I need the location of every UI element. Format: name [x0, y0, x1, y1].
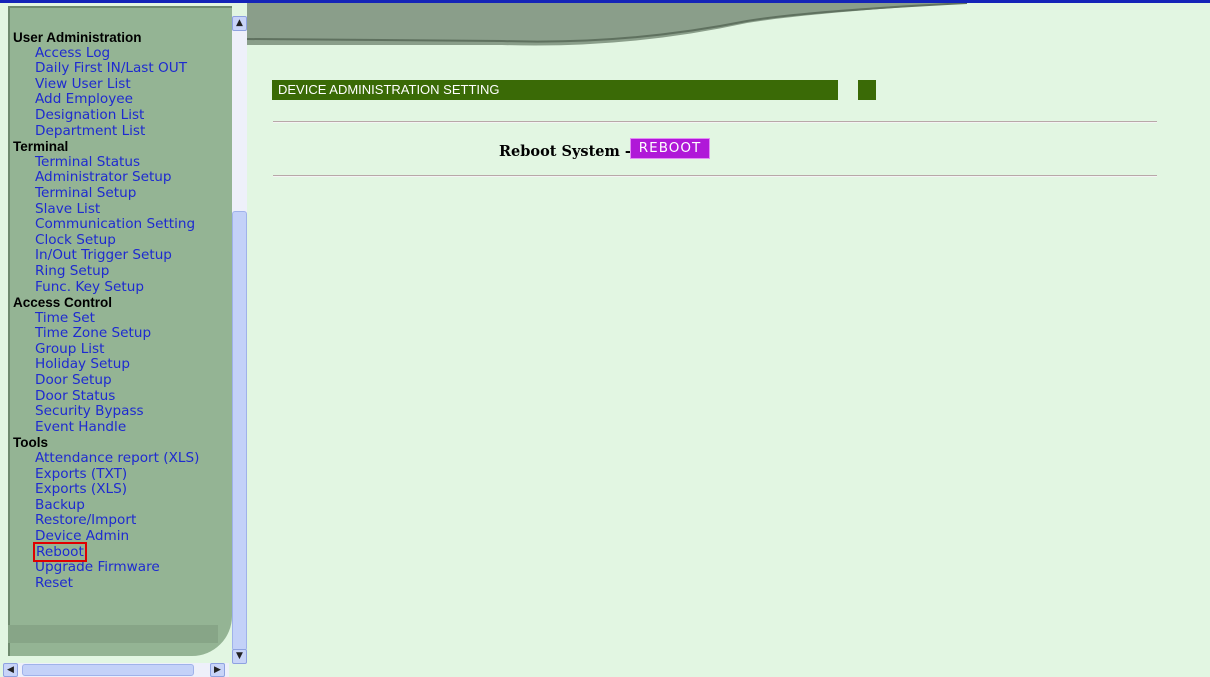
sidebar-item-designation-list[interactable]: Designation List — [13, 106, 199, 124]
header-banner — [247, 3, 968, 46]
reboot-button[interactable]: REBOOT — [630, 138, 710, 159]
sidebar-item-label: Reboot — [33, 541, 87, 562]
sidebar-item-department-list[interactable]: Department List — [13, 122, 199, 140]
sidebar-item-daily-first-in-last-out[interactable]: Daily First IN/Last OUT — [13, 60, 199, 77]
sidebar-item-upgrade-firmware[interactable]: Upgrade Firmware — [13, 559, 199, 576]
sidebar-item-label: Daily First IN/Last OUT — [35, 60, 187, 77]
sidebar-item-label: Restore/Import — [35, 512, 137, 529]
page-title: DEVICE ADMINISTRATION SETTING — [272, 80, 838, 100]
sidebar-item-func-key-setup[interactable]: Func. Key Setup — [13, 278, 199, 296]
sidebar-item-view-user-list[interactable]: View User List — [13, 75, 199, 93]
divider-top — [273, 121, 1157, 123]
sidebar-item-label: Access Log — [35, 44, 111, 61]
sidebar-item-label: In/Out Trigger Setup — [35, 247, 172, 264]
sidebar-section-title: Access Control — [13, 295, 113, 311]
sidebar-item-terminal-status[interactable]: Terminal Status — [13, 153, 199, 171]
sidebar-item-time-zone-setup[interactable]: Time Zone Setup — [13, 325, 199, 342]
vertical-scroll-thumb[interactable] — [232, 211, 247, 651]
arrow-up-icon[interactable]: ▲ — [232, 16, 247, 31]
sidebar-item-slave-list[interactable]: Slave List — [13, 200, 199, 218]
sidebar-item-label: Administrator Setup — [35, 169, 172, 186]
arrow-left-icon[interactable]: ◀ — [3, 663, 18, 677]
sidebar-item-label: Terminal Setup — [35, 184, 137, 201]
sidebar-item-access-log[interactable]: Access Log — [13, 44, 199, 62]
sidebar-item-label: Clock Setup — [35, 231, 116, 248]
arrow-down-icon[interactable]: ▼ — [232, 649, 247, 664]
sidebar-horizontal-scrollbar[interactable]: ◀ ▶ — [3, 663, 229, 677]
sidebar-item-terminal-setup[interactable]: Terminal Setup — [13, 184, 199, 202]
sidebar-footer-strip — [8, 625, 218, 643]
sidebar-item-label: Upgrade Firmware — [35, 559, 160, 576]
sidebar-item-label: Group List — [35, 340, 105, 357]
arrow-right-icon[interactable]: ▶ — [210, 663, 225, 677]
sidebar-item-label: Time Set — [35, 309, 95, 326]
sidebar-item-device-admin[interactable]: Device Admin — [13, 528, 199, 545]
sidebar-item-label: Exports (TXT) — [35, 465, 128, 482]
sidebar-section-title: Terminal — [13, 139, 69, 155]
sidebar-item-backup[interactable]: Backup — [13, 496, 199, 514]
sidebar-item-in-out-trigger-setup[interactable]: In/Out Trigger Setup — [13, 248, 199, 264]
sidebar-item-label: Attendance report (XLS) — [35, 450, 200, 467]
sidebar-item-communication-setting[interactable]: Communication Setting — [13, 216, 199, 233]
sidebar-item-label: Door Status — [35, 387, 116, 404]
divider-bottom — [273, 175, 1157, 177]
sidebar-item-reboot[interactable]: Reboot — [13, 541, 199, 562]
sidebar-item-label: Security Bypass — [35, 403, 144, 420]
sidebar-item-exports-txt[interactable]: Exports (TXT) — [13, 465, 199, 483]
sidebar-item-reset[interactable]: Reset — [13, 574, 199, 592]
sidebar-item-label: Backup — [35, 496, 85, 513]
sidebar-item-group-list[interactable]: Group List — [13, 340, 199, 358]
sidebar: User Administration Access Log Daily First… — [3, 3, 247, 677]
sidebar-item-label: Reset — [35, 574, 73, 591]
sidebar-item-label: Exports (XLS) — [35, 481, 128, 498]
sidebar-item-attendance-report-xls[interactable]: Attendance report (XLS) — [13, 450, 200, 467]
title-accent-square — [858, 80, 876, 100]
sidebar-item-label: Add Employee — [35, 91, 133, 108]
sidebar-item-administrator-setup[interactable]: Administrator Setup — [13, 170, 199, 186]
sidebar-item-exports-xls[interactable]: Exports (XLS) — [13, 481, 199, 498]
sidebar-menu: User Administration Access Log Daily First… — [13, 30, 199, 591]
sidebar-item-label: Ring Setup — [35, 262, 110, 279]
sidebar-item-label: Door Setup — [35, 372, 112, 389]
sidebar-item-add-employee[interactable]: Add Employee — [13, 92, 199, 108]
sidebar-item-clock-setup[interactable]: Clock Setup — [13, 231, 199, 249]
sidebar-item-label: View User List — [35, 75, 131, 92]
sidebar-item-event-handle[interactable]: Event Handle — [13, 418, 199, 436]
sidebar-item-door-status[interactable]: Door Status — [13, 387, 199, 405]
sidebar-item-label: Event Handle — [35, 418, 127, 435]
sidebar-item-holiday-setup[interactable]: Holiday Setup — [13, 357, 199, 373]
horizontal-scroll-thumb[interactable] — [22, 664, 194, 676]
sidebar-item-restore-import[interactable]: Restore/Import — [13, 513, 199, 529]
sidebar-section-title: User Administration — [13, 30, 142, 45]
sidebar-item-label: Holiday Setup — [35, 356, 130, 373]
sidebar-item-ring-setup[interactable]: Ring Setup — [13, 262, 199, 280]
sidebar-item-security-bypass[interactable]: Security Bypass — [13, 403, 199, 420]
sidebar-item-label: Time Zone Setup — [35, 325, 152, 342]
sidebar-item-label: Slave List — [35, 200, 101, 217]
sidebar-item-time-set[interactable]: Time Set — [13, 309, 199, 327]
sidebar-section-title: Tools — [13, 435, 48, 451]
sidebar-item-label: Designation List — [35, 106, 145, 123]
sidebar-item-label: Department List — [35, 122, 146, 139]
sidebar-item-label: Terminal Status — [35, 153, 141, 170]
sidebar-item-door-setup[interactable]: Door Setup — [13, 372, 199, 389]
sidebar-vertical-scrollbar[interactable]: ▲ ▼ — [232, 16, 247, 664]
sidebar-item-label: Communication Setting — [35, 216, 196, 233]
sidebar-item-label: Func. Key Setup — [35, 278, 144, 295]
reboot-system-label: Reboot System - — [499, 143, 631, 160]
sidebar-item-label: Device Admin — [35, 528, 130, 544]
